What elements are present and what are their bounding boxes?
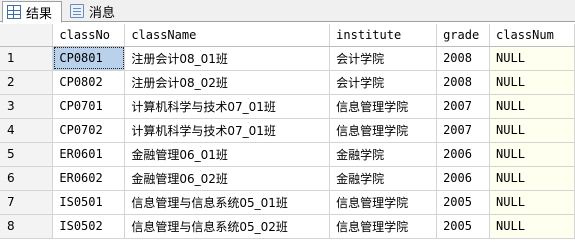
cell-classnum[interactable]: NULL — [489, 46, 575, 71]
tab-messages[interactable]: 消息 — [66, 1, 128, 21]
tab-messages-label: 消息 — [89, 5, 116, 21]
row-number[interactable]: 3 — [0, 94, 54, 119]
row-number[interactable]: 6 — [0, 166, 54, 191]
cell-classname[interactable]: 信息管理与信息系统05_02班 — [124, 214, 331, 239]
cell-classname[interactable]: 计算机科学与技术07_01班 — [124, 118, 331, 143]
cell-institute[interactable]: 信息管理学院 — [329, 190, 438, 215]
cell-grade[interactable]: 2006 — [436, 166, 491, 191]
table-row[interactable]: 8 IS0502 信息管理与信息系统05_02班 信息管理学院 2005 NULL — [0, 214, 575, 239]
grid-header-row: classNo className institute grade classN… — [0, 24, 575, 47]
column-header[interactable]: classNo — [52, 24, 126, 47]
cell-grade[interactable]: 2007 — [436, 118, 491, 143]
cell-classnum[interactable]: NULL — [489, 70, 575, 95]
cell-institute[interactable]: 金融学院 — [329, 142, 438, 167]
column-header[interactable]: className — [124, 24, 331, 47]
tab-results-label: 结果 — [26, 6, 53, 22]
message-icon — [70, 4, 84, 18]
cell-classname[interactable]: 注册会计08_02班 — [124, 70, 331, 95]
cell-classname[interactable]: 注册会计08_01班 — [124, 46, 331, 71]
cell-grade[interactable]: 2006 — [436, 142, 491, 167]
cell-classno[interactable]: CP0702 — [52, 118, 126, 143]
cell-institute[interactable]: 金融学院 — [329, 166, 438, 191]
tab-results[interactable]: 结果 — [2, 1, 62, 23]
row-number[interactable]: 1 — [0, 46, 54, 71]
table-row[interactable]: 4 CP0702 计算机科学与技术07_01班 信息管理学院 2007 NULL — [0, 118, 575, 143]
cell-institute[interactable]: 信息管理学院 — [329, 214, 438, 239]
grid-icon — [7, 5, 21, 19]
table-row[interactable]: 1 CP0801 注册会计08_01班 会计学院 2008 NULL — [0, 46, 575, 71]
cell-classname[interactable]: 金融管理06_02班 — [124, 166, 331, 191]
cell-classnum[interactable]: NULL — [489, 214, 575, 239]
cell-grade[interactable]: 2008 — [436, 46, 491, 71]
cell-classname[interactable]: 计算机科学与技术07_01班 — [124, 94, 331, 119]
cell-grade[interactable]: 2005 — [436, 190, 491, 215]
cell-classno[interactable]: CP0701 — [52, 94, 126, 119]
table-row[interactable]: 5 ER0601 金融管理06_01班 金融学院 2006 NULL — [0, 142, 575, 167]
cell-classname[interactable]: 金融管理06_01班 — [124, 142, 331, 167]
cell-classno[interactable]: ER0601 — [52, 142, 126, 167]
row-number[interactable]: 7 — [0, 190, 54, 215]
row-number[interactable]: 4 — [0, 118, 54, 143]
table-row[interactable]: 2 CP0802 注册会计08_02班 会计学院 2008 NULL — [0, 70, 575, 95]
cell-grade[interactable]: 2008 — [436, 70, 491, 95]
cell-classnum[interactable]: NULL — [489, 166, 575, 191]
table-row[interactable]: 3 CP0701 计算机科学与技术07_01班 信息管理学院 2007 NULL — [0, 94, 575, 119]
row-number[interactable]: 5 — [0, 142, 54, 167]
cell-classno[interactable]: IS0501 — [52, 190, 126, 215]
column-header[interactable]: institute — [329, 24, 438, 47]
cell-institute[interactable]: 会计学院 — [329, 70, 438, 95]
cell-classnum[interactable]: NULL — [489, 142, 575, 167]
cell-classnum[interactable]: NULL — [489, 190, 575, 215]
row-number[interactable]: 8 — [0, 214, 54, 239]
cell-classnum[interactable]: NULL — [489, 118, 575, 143]
cell-institute[interactable]: 信息管理学院 — [329, 94, 438, 119]
cell-classnum[interactable]: NULL — [489, 94, 575, 119]
cell-grade[interactable]: 2007 — [436, 94, 491, 119]
table-row[interactable]: 6 ER0602 金融管理06_02班 金融学院 2006 NULL — [0, 166, 575, 191]
table-row[interactable]: 7 IS0501 信息管理与信息系统05_01班 信息管理学院 2005 NULL — [0, 190, 575, 215]
results-tab-bar: 结果 消息 — [0, 0, 575, 23]
corner-header[interactable] — [0, 24, 54, 47]
cell-classno[interactable]: ER0602 — [52, 166, 126, 191]
cell-institute[interactable]: 信息管理学院 — [329, 118, 438, 143]
row-number[interactable]: 2 — [0, 70, 54, 95]
cell-classname[interactable]: 信息管理与信息系统05_01班 — [124, 190, 331, 215]
column-header[interactable]: classNum — [489, 24, 575, 47]
column-header[interactable]: grade — [436, 24, 491, 47]
cell-classno[interactable]: CP0802 — [52, 70, 126, 95]
results-grid: classNo className institute grade classN… — [0, 24, 575, 239]
cell-classno[interactable]: CP0801 — [52, 46, 126, 71]
cell-classno[interactable]: IS0502 — [52, 214, 126, 239]
cell-grade[interactable]: 2005 — [436, 214, 491, 239]
cell-institute[interactable]: 会计学院 — [329, 46, 438, 71]
